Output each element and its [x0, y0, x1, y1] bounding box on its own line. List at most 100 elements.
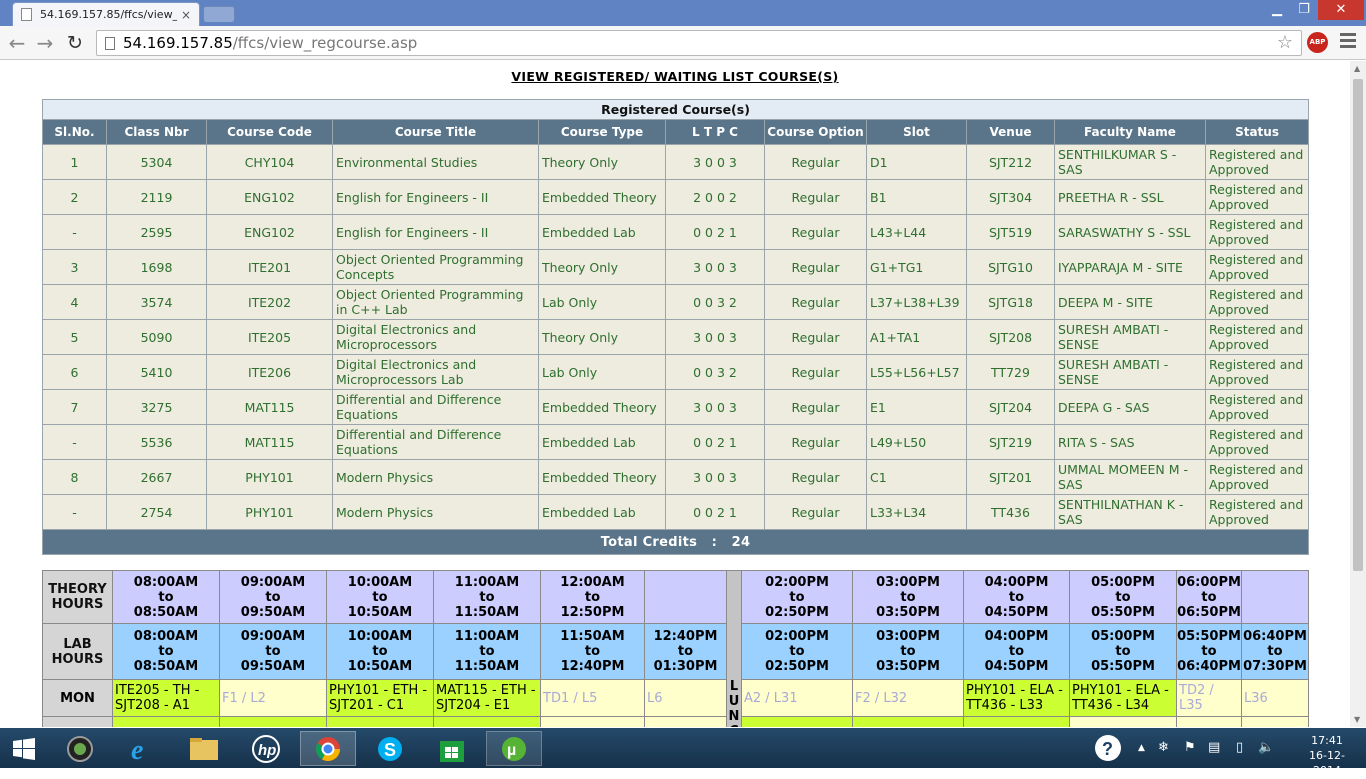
scroll-thumb[interactable] — [1353, 79, 1363, 571]
time-line: 08:50AM — [133, 659, 199, 675]
svg-text:µ: µ — [507, 742, 516, 759]
show-hidden-icons-icon[interactable]: ▲ — [1138, 728, 1145, 768]
hp-icon[interactable]: hp — [238, 731, 294, 766]
cell-status: Registered and Approved — [1204, 459, 1310, 495]
registered-courses-table: Registered Course(s) Sl.No. Class Nbr Cour… — [41, 99, 1310, 555]
volume-icon[interactable]: 🔈 — [1258, 728, 1274, 768]
cell-type: Embedded Theory — [538, 179, 666, 215]
page-title: VIEW REGISTERED/ WAITING LIST COURSE(S) — [511, 69, 839, 84]
time-slot-header: 09:00AM to 09:50AM — [219, 623, 327, 680]
column-header: L T P C — [665, 119, 765, 145]
cell-status: Registered and Approved — [1204, 319, 1310, 355]
help-icon[interactable]: ? — [1094, 728, 1122, 779]
network-icon[interactable]: ▤ — [1208, 728, 1220, 768]
cell-sl: 4 — [42, 284, 107, 320]
browser-tab-active[interactable]: 54.169.157.85/ffcs/view_re × — [12, 2, 200, 26]
timetable-slot-filled: PHY101 - ELA - TT436 - L34 — [1069, 678, 1177, 718]
adblock-plus-icon[interactable]: ABP — [1307, 32, 1328, 53]
cell-code: MAT115 — [206, 424, 333, 460]
cell-nbr: 5536 — [106, 424, 207, 460]
new-tab-button[interactable] — [203, 6, 235, 22]
cell-ltpc: 0 0 2 1 — [665, 424, 765, 460]
time-line: 05:50PM — [1091, 659, 1155, 675]
cell-title: Object Oriented Programming Concepts — [332, 249, 539, 285]
cell-code: ITE202 — [206, 284, 333, 320]
time-line: to — [265, 644, 281, 660]
slot-line: TT436 - L33 — [966, 698, 1044, 714]
timetable-slot-filled: ITE205 - TH - SJT208 - A1 — [112, 678, 220, 718]
cell-status: Registered and Approved — [1204, 144, 1310, 180]
cell-type: Embedded Theory — [538, 459, 666, 495]
camera-app-icon[interactable] — [52, 731, 108, 766]
table-header-row: Sl.No. Class Nbr Course Code Course Title Co… — [42, 119, 1310, 145]
cell-code: ENG102 — [206, 179, 333, 215]
time-line: 04:00PM — [984, 574, 1049, 590]
cell-sl: - — [42, 494, 107, 530]
time-line: 07:30PM — [1243, 659, 1307, 675]
time-slot-header: 02:00PM to 02:50PM — [741, 623, 853, 680]
time-slot-header: 04:00PM to 04:50PM — [963, 569, 1070, 625]
utorrent-icon[interactable]: µ — [486, 731, 542, 766]
cell-title: Modern Physics — [332, 459, 539, 495]
cell-code: ENG102 — [206, 214, 333, 250]
forward-arrow-icon[interactable]: → — [32, 30, 58, 56]
time-line: 04:50PM — [984, 604, 1049, 620]
time-line: 03:50PM — [876, 604, 940, 620]
cell-code: ITE205 — [206, 319, 333, 355]
scroll-up-icon[interactable]: ▲ — [1354, 64, 1360, 73]
window-minimize-button[interactable]: ▁ — [1264, 0, 1290, 20]
page-scrollbar[interactable]: ▲ ▼ — [1350, 61, 1366, 727]
column-header: Faculty Name — [1054, 119, 1206, 145]
windows-start-icon[interactable] — [0, 731, 48, 766]
cell-sl: 8 — [42, 459, 107, 495]
cell-sl: 6 — [42, 354, 107, 390]
timetable-slot-filled: PHY101 - ELA - TT436 - L33 — [963, 678, 1070, 718]
chrome-icon[interactable] — [300, 731, 356, 766]
battery-icon[interactable]: ▯ — [1236, 728, 1243, 768]
taskbar-clock[interactable]: 17:41 16-12-2014 — [1296, 733, 1358, 778]
slot-line: PHY101 - ELA - — [966, 683, 1063, 699]
bookmark-star-icon[interactable]: ☆ — [1277, 32, 1293, 53]
timetable-slot-free: L42 — [1241, 716, 1309, 727]
time-slot-header: 04:00PM to 04:50PM — [963, 623, 1070, 680]
timetable-slot-filled: PHY101 - ETH - SJT201 - C1 — [326, 678, 434, 718]
page-icon — [105, 36, 115, 50]
windows-store-icon[interactable] — [424, 731, 480, 766]
svg-text:S: S — [384, 740, 396, 760]
cell-nbr: 5410 — [106, 354, 207, 390]
internet-explorer-icon[interactable]: e — [114, 731, 170, 766]
scroll-down-icon[interactable]: ▼ — [1354, 715, 1360, 724]
file-explorer-icon[interactable] — [176, 731, 232, 766]
reload-icon[interactable]: ↻ — [62, 30, 88, 56]
time-line: to — [372, 644, 388, 660]
window-maximize-button[interactable]: ❐ — [1291, 0, 1317, 20]
time-line: 09:50AM — [240, 659, 306, 675]
time-slot-header: 11:00AM to 11:50AM — [433, 623, 541, 680]
address-bar[interactable]: 54.169.157.85/ffcs/view_regcourse.asp ☆ — [96, 30, 1302, 56]
table-row: 4 3574 ITE202 Object Oriented Programming i… — [42, 284, 1310, 320]
cell-type: Embedded Theory — [538, 389, 666, 425]
cell-code: ITE201 — [206, 249, 333, 285]
time-slot-header: 09:00AM to 09:50AM — [219, 569, 327, 625]
action-center-flag-icon[interactable]: ⚑ — [1184, 728, 1196, 768]
chrome-menu-icon[interactable] — [1340, 33, 1356, 51]
back-arrow-icon[interactable]: ← — [4, 30, 30, 56]
cell-slot: L49+L50 — [866, 424, 967, 460]
skype-icon[interactable]: S — [362, 731, 418, 766]
timetable-slot-filled: CHY104 - TH - — [326, 716, 434, 727]
timetable-slot-free: TF2 / L41 — [1176, 716, 1242, 727]
slot-line: PHY101 - ELA - — [1072, 683, 1169, 699]
cell-faculty: SURESH AMBATI - SENSE — [1054, 319, 1206, 355]
cell-nbr: 2754 — [106, 494, 207, 530]
slot-line: L36 — [1244, 690, 1268, 706]
snowflake-tray-icon[interactable]: ❄ — [1158, 728, 1169, 768]
window-close-button[interactable]: ✕ — [1318, 0, 1364, 20]
cell-sl: 3 — [42, 249, 107, 285]
time-line: 03:50PM — [876, 659, 940, 675]
time-line: 10:00AM — [347, 629, 413, 645]
tab-close-icon[interactable]: × — [181, 8, 191, 22]
cell-faculty: SARASWATHY S - SSL — [1054, 214, 1206, 250]
cell-nbr: 1698 — [106, 249, 207, 285]
cell-title: Differential and Difference Equations — [332, 389, 539, 425]
time-line: 05:00PM — [1091, 574, 1155, 590]
